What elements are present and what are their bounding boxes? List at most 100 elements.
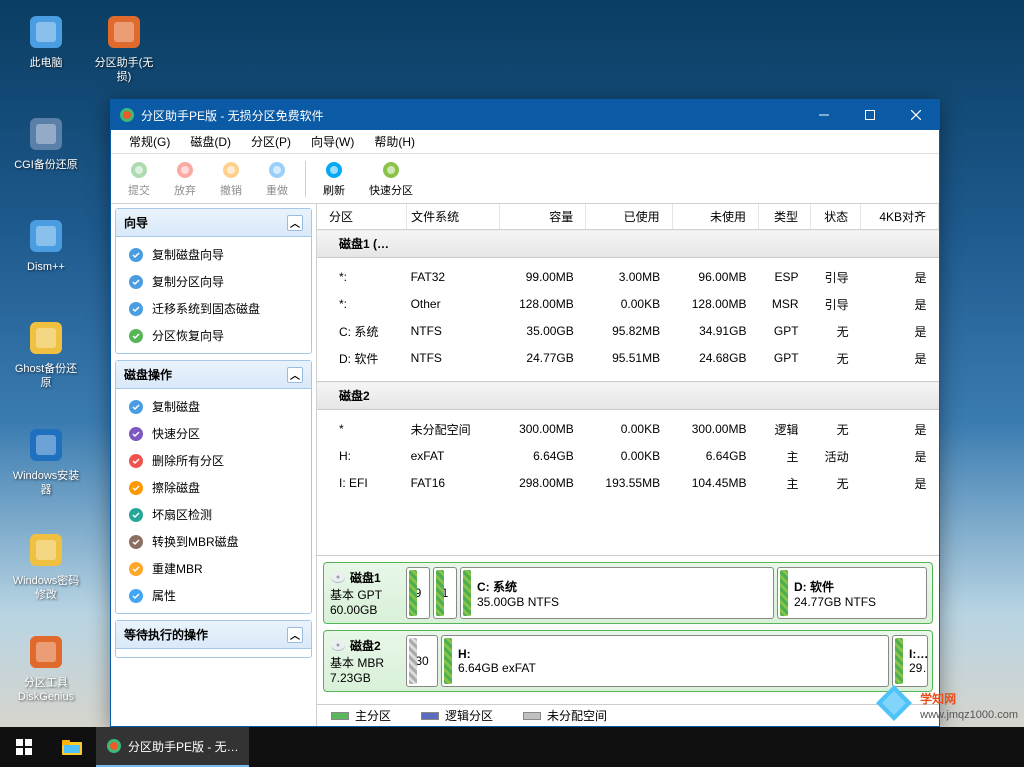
column-header[interactable]: 4KB对齐 bbox=[861, 204, 939, 230]
desktop-icon[interactable]: 此电脑 bbox=[12, 12, 80, 70]
taskbar-task-active[interactable]: 分区助手PE版 - 无… bbox=[96, 727, 249, 767]
panel-header[interactable]: 磁盘操作︿ bbox=[116, 361, 311, 389]
sidebar-item[interactable]: 删除所有分区 bbox=[116, 447, 311, 474]
maximize-button[interactable] bbox=[847, 100, 893, 130]
desktop-icon[interactable]: Ghost备份还原 bbox=[12, 318, 80, 390]
item-icon bbox=[128, 426, 144, 442]
app-icon bbox=[26, 216, 66, 256]
cell: 6.64GB bbox=[499, 443, 585, 470]
sidebar-panel: 等待执行的操作︿ bbox=[115, 620, 312, 658]
partition-block[interactable]: H:6.64GB exFAT bbox=[441, 635, 889, 687]
sidebar-item[interactable]: 转换到MBR磁盘 bbox=[116, 528, 311, 555]
desktop-icon[interactable]: Windows密码修改 bbox=[12, 530, 80, 602]
desktop-icon[interactable]: 分区工具DiskGenius bbox=[12, 632, 80, 704]
partition-block[interactable]: 30 bbox=[406, 635, 438, 687]
cell: exFAT bbox=[407, 443, 500, 470]
item-label: 复制分区向导 bbox=[152, 273, 224, 290]
sidebar-item[interactable]: 重建MBR bbox=[116, 555, 311, 582]
collapse-icon[interactable]: ︿ bbox=[287, 367, 303, 383]
panel-header[interactable]: 等待执行的操作︿ bbox=[116, 621, 311, 649]
item-icon bbox=[128, 561, 144, 577]
collapse-icon[interactable]: ︿ bbox=[287, 215, 303, 231]
cell: 引导 bbox=[811, 264, 861, 291]
part-sub: 6.64GB exFAT bbox=[458, 661, 882, 675]
tool-label: 提交 bbox=[128, 182, 150, 198]
sidebar-item[interactable]: 复制分区向导 bbox=[116, 268, 311, 295]
app-icon bbox=[26, 318, 66, 358]
toolbar-快速分区[interactable]: 快速分区 bbox=[358, 157, 424, 201]
toolbar-撤销: 撤销 bbox=[209, 157, 253, 201]
menu-item[interactable]: 磁盘(D) bbox=[180, 130, 241, 153]
sidebar-item[interactable]: 分区恢复向导 bbox=[116, 322, 311, 349]
disk-header-row[interactable]: 磁盘1 (… bbox=[317, 230, 939, 258]
cell: C: 系统 bbox=[317, 318, 407, 345]
desktop-icon[interactable]: 分区助手(无损) bbox=[90, 12, 158, 84]
partition-block[interactable]: 9 bbox=[406, 567, 430, 619]
partition-block[interactable]: D: 软件24.77GB NTFS bbox=[777, 567, 927, 619]
partition-row[interactable]: H:exFAT6.64GB0.00KB6.64GB主活动是 bbox=[317, 443, 939, 470]
desktop-icon[interactable]: Windows安装器 bbox=[12, 425, 80, 497]
sidebar-item[interactable]: 迁移系统到固态磁盘 bbox=[116, 295, 311, 322]
partition-row[interactable]: *未分配空间300.00MB0.00KB300.00MB逻辑无是 bbox=[317, 416, 939, 443]
panel-header[interactable]: 向导︿ bbox=[116, 209, 311, 237]
disk-map-row[interactable]: 磁盘1基本 GPT60.00GB91C: 系统35.00GB NTFSD: 软件… bbox=[323, 562, 933, 624]
cell: 24.68GB bbox=[672, 345, 758, 372]
sidebar-item[interactable]: 复制磁盘 bbox=[116, 393, 311, 420]
disk-name: 磁盘2 bbox=[317, 382, 939, 410]
item-icon bbox=[128, 328, 144, 344]
menu-item[interactable]: 分区(P) bbox=[241, 130, 301, 153]
toolbar-刷新[interactable]: 刷新 bbox=[312, 157, 356, 201]
titlebar[interactable]: 分区助手PE版 - 无损分区免费软件 bbox=[111, 100, 939, 130]
column-header[interactable]: 容量 bbox=[499, 204, 585, 230]
close-button[interactable] bbox=[893, 100, 939, 130]
start-button[interactable] bbox=[0, 727, 48, 767]
minimize-button[interactable] bbox=[801, 100, 847, 130]
sidebar-item[interactable]: 擦除磁盘 bbox=[116, 474, 311, 501]
cell: 是 bbox=[861, 291, 939, 318]
cell: 3.00MB bbox=[586, 264, 672, 291]
partition-row[interactable]: C: 系统NTFS35.00GB95.82MB34.91GBGPT无是 bbox=[317, 318, 939, 345]
item-icon bbox=[128, 507, 144, 523]
disk-map-row[interactable]: 磁盘2基本 MBR7.23GB30H:6.64GB exFATI:…29… bbox=[323, 630, 933, 692]
item-label: 重建MBR bbox=[152, 560, 203, 577]
partition-block[interactable]: I:…29… bbox=[892, 635, 928, 687]
menu-item[interactable]: 常规(G) bbox=[119, 130, 180, 153]
menu-item[interactable]: 帮助(H) bbox=[364, 130, 425, 153]
folder-icon bbox=[62, 739, 82, 755]
toolbar-放弃: 放弃 bbox=[163, 157, 207, 201]
partition-table-area: 分区文件系统容量已使用未使用类型状态4KB对齐磁盘1 (… *:FAT3299.0… bbox=[317, 204, 939, 556]
item-icon bbox=[128, 588, 144, 604]
cell: 96.00MB bbox=[672, 264, 758, 291]
menu-item[interactable]: 向导(W) bbox=[301, 130, 364, 153]
tool-icon bbox=[381, 160, 401, 180]
column-header[interactable]: 状态 bbox=[811, 204, 861, 230]
desktop-icon[interactable]: Dism++ bbox=[12, 216, 80, 274]
desktop-icon[interactable]: CGI备份还原 bbox=[12, 114, 80, 172]
partition-row[interactable]: *:FAT3299.00MB3.00MB96.00MBESP引导是 bbox=[317, 264, 939, 291]
desktop-icon-label: 分区助手(无损) bbox=[90, 56, 158, 84]
column-header[interactable]: 分区 bbox=[317, 204, 407, 230]
part-sub: 24.77GB NTFS bbox=[794, 595, 920, 609]
legend-label: 逻辑分区 bbox=[445, 707, 493, 724]
column-header[interactable]: 已使用 bbox=[586, 204, 672, 230]
partition-block[interactable]: 1 bbox=[433, 567, 457, 619]
collapse-icon[interactable]: ︿ bbox=[287, 627, 303, 643]
app-icon bbox=[26, 425, 66, 465]
sidebar-item[interactable]: 属性 bbox=[116, 582, 311, 609]
partition-row[interactable]: I: EFIFAT16298.00MB193.55MB104.45MB主无是 bbox=[317, 470, 939, 497]
column-header[interactable]: 类型 bbox=[758, 204, 810, 230]
column-header[interactable]: 文件系统 bbox=[407, 204, 500, 230]
partition-row[interactable]: D: 软件NTFS24.77GB95.51MB24.68GBGPT无是 bbox=[317, 345, 939, 372]
sidebar-item[interactable]: 坏扇区检测 bbox=[116, 501, 311, 528]
sidebar-item[interactable]: 复制磁盘向导 bbox=[116, 241, 311, 268]
cell: 无 bbox=[811, 416, 861, 443]
disk-header-row[interactable]: 磁盘2 bbox=[317, 382, 939, 410]
sidebar-item[interactable]: 快速分区 bbox=[116, 420, 311, 447]
taskbar-explorer[interactable] bbox=[48, 727, 96, 767]
partition-block[interactable]: C: 系统35.00GB NTFS bbox=[460, 567, 774, 619]
partition-row[interactable]: *:Other128.00MB0.00KB128.00MBMSR引导是 bbox=[317, 291, 939, 318]
tool-label: 刷新 bbox=[323, 182, 345, 198]
tool-icon bbox=[324, 160, 344, 180]
column-header[interactable]: 未使用 bbox=[672, 204, 758, 230]
windows-icon bbox=[16, 739, 32, 755]
